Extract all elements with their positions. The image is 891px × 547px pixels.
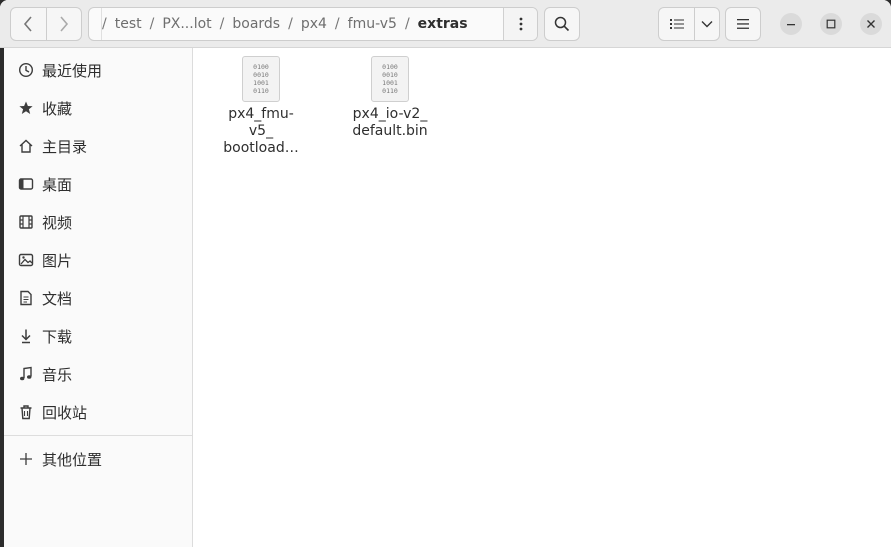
search-button[interactable] — [544, 7, 580, 41]
plus-icon — [16, 449, 36, 469]
clock-icon — [16, 60, 36, 80]
list-view-icon — [669, 19, 684, 29]
search-icon — [554, 16, 570, 32]
sidebar-item-label: 音乐 — [42, 365, 73, 384]
file-view[interactable]: 0100 0010 1001 0110 px4_fmu- v5_ bootloa… — [193, 48, 891, 547]
binary-glyph-line: 0100 — [253, 63, 269, 71]
breadcrumb-fmu-v5[interactable]: fmu-v5 — [340, 16, 405, 32]
sidebar-item-label: 回收站 — [42, 403, 88, 422]
chevron-right-icon — [60, 16, 68, 32]
back-button[interactable] — [11, 8, 46, 40]
maximize-button[interactable] — [820, 13, 842, 35]
sidebar-item-label: 桌面 — [42, 175, 73, 194]
binary-glyph-line: 0010 — [382, 71, 398, 79]
binary-file-icon: 0100 0010 1001 0110 — [371, 56, 409, 102]
file-item[interactable]: 0100 0010 1001 0110 px4_fmu- v5_ bootloa… — [213, 56, 309, 157]
path-bar-start[interactable] — [89, 8, 102, 40]
sidebar-item-desktop[interactable]: 桌面 — [4, 166, 192, 202]
forward-button[interactable] — [45, 8, 82, 40]
binary-glyph-line: 0100 — [382, 63, 398, 71]
desktop-icon — [16, 174, 36, 194]
home-icon — [16, 136, 36, 156]
binary-glyph-line: 0110 — [253, 87, 269, 95]
binary-glyph-line: 0010 — [253, 71, 269, 79]
file-name-line: px4_io-v2_ — [352, 106, 428, 122]
file-name: px4_fmu- v5_ bootload… — [213, 106, 309, 157]
navigation-buttons — [10, 7, 82, 41]
list-view-button[interactable] — [659, 8, 694, 40]
sidebar-item-label: 收藏 — [42, 99, 73, 118]
chevron-left-icon — [24, 16, 32, 32]
vertical-dots-icon — [519, 17, 522, 31]
binary-glyph-line: 1001 — [253, 79, 269, 87]
sidebar-item-label: 文档 — [42, 289, 73, 308]
music-icon — [16, 364, 36, 384]
breadcrumb-px4[interactable]: px4 — [293, 16, 335, 32]
sidebar-item-other-locations[interactable]: 其他位置 — [4, 441, 192, 477]
minimize-icon — [787, 24, 795, 26]
path-menu-button[interactable] — [503, 8, 537, 40]
main-menu-button[interactable] — [725, 7, 761, 41]
file-manager-window: / test / PX...lot / boards / px4 / fmu-v… — [0, 0, 891, 547]
binary-glyph-line: 1001 — [382, 79, 398, 87]
breadcrumb-boards[interactable]: boards — [224, 16, 288, 32]
breadcrumb-extras[interactable]: extras — [410, 16, 476, 32]
close-icon — [867, 20, 875, 28]
sidebar-divider — [4, 435, 192, 436]
chevron-down-icon — [701, 21, 713, 28]
sidebar-item-videos[interactable]: 视频 — [4, 204, 192, 240]
sidebar-item-label: 主目录 — [42, 137, 88, 156]
video-icon — [16, 212, 36, 232]
binary-glyph-line: 0110 — [382, 87, 398, 95]
image-icon — [16, 250, 36, 270]
star-icon — [16, 98, 36, 118]
minimize-button[interactable] — [780, 13, 802, 35]
file-item[interactable]: 0100 0010 1001 0110 px4_io-v2_ default.b… — [342, 56, 438, 140]
sidebar-item-label: 视频 — [42, 213, 73, 232]
trash-icon — [16, 402, 36, 422]
breadcrumb-test[interactable]: test — [107, 16, 150, 32]
places-sidebar: 最近使用 收藏 主目录 桌面 视频 图片 文档 下载 音乐 回收站 其他位置 — [0, 48, 193, 547]
header-bar: / test / PX...lot / boards / px4 / fmu-v… — [0, 0, 891, 48]
view-options-dropdown[interactable] — [694, 8, 719, 40]
file-name-line: bootload… — [223, 140, 299, 156]
binary-file-icon: 0100 0010 1001 0110 — [242, 56, 280, 102]
sidebar-item-pictures[interactable]: 图片 — [4, 242, 192, 278]
sidebar-item-music[interactable]: 音乐 — [4, 356, 192, 392]
close-button[interactable] — [860, 13, 882, 35]
sidebar-item-label: 图片 — [42, 251, 73, 270]
sidebar-item-label: 最近使用 — [42, 61, 103, 80]
file-name: px4_io-v2_ default.bin — [342, 106, 438, 140]
sidebar-item-home[interactable]: 主目录 — [4, 128, 192, 164]
download-icon — [16, 326, 36, 346]
sidebar-item-documents[interactable]: 文档 — [4, 280, 192, 316]
breadcrumb-px4-autopilot[interactable]: PX...lot — [154, 16, 219, 32]
file-name-line: v5_ — [248, 123, 274, 139]
file-name-line: px4_fmu- — [228, 106, 294, 122]
sidebar-item-label: 其他位置 — [42, 450, 103, 469]
sidebar-item-trash[interactable]: 回收站 — [4, 394, 192, 430]
sidebar-item-starred[interactable]: 收藏 — [4, 90, 192, 126]
file-name-line: default.bin — [352, 123, 428, 139]
path-bar: / test / PX...lot / boards / px4 / fmu-v… — [88, 7, 538, 41]
sidebar-item-downloads[interactable]: 下载 — [4, 318, 192, 354]
document-icon — [16, 288, 36, 308]
sidebar-item-label: 下载 — [42, 327, 73, 346]
hamburger-menu-icon — [737, 19, 749, 29]
window-edge — [0, 48, 4, 547]
maximize-icon — [826, 19, 836, 29]
view-controls — [658, 7, 720, 41]
sidebar-item-recent[interactable]: 最近使用 — [4, 52, 192, 88]
